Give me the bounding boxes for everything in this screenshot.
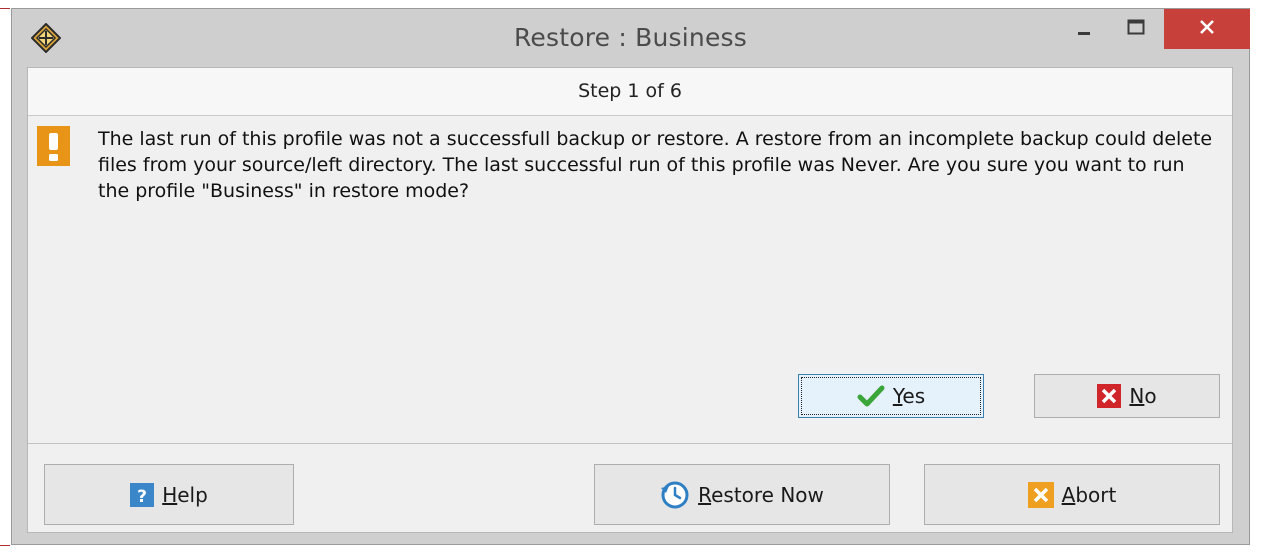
close-icon (1199, 19, 1215, 39)
maximize-icon (1127, 19, 1145, 39)
warning-icon (37, 126, 70, 166)
help-button[interactable]: ? Help (44, 464, 294, 525)
abort-label: Abort (1061, 482, 1117, 507)
restore-now-button[interactable]: Restore Now (594, 464, 890, 525)
x-icon (1097, 384, 1122, 408)
step-indicator: Step 1 of 6 (28, 68, 1232, 116)
warning-message: The last run of this profile was not a s… (98, 128, 1213, 202)
yes-button[interactable]: Yes (798, 374, 984, 418)
no-button[interactable]: No (1034, 374, 1220, 418)
minimize-button[interactable] (1064, 9, 1104, 49)
dialog-content: Step 1 of 6 The last run of this profile… (27, 67, 1233, 533)
edge-line-bottom (0, 545, 10, 546)
yes-label: Yes (892, 384, 926, 408)
minimize-icon (1077, 20, 1091, 39)
edge-line-top (0, 8, 10, 9)
abort-icon (1027, 481, 1054, 508)
check-icon (857, 385, 885, 407)
help-label: Help (162, 482, 208, 507)
svg-text:?: ? (137, 487, 147, 507)
divider (28, 443, 1232, 444)
no-label: No (1129, 384, 1157, 408)
restore-clock-icon (660, 480, 690, 510)
maximize-button[interactable] (1116, 9, 1156, 49)
title-bar[interactable]: Restore : Business (12, 9, 1250, 67)
close-button[interactable] (1164, 9, 1250, 49)
restore-now-label: Restore Now (698, 482, 824, 507)
help-icon: ? (130, 482, 155, 507)
abort-button[interactable]: Abort (924, 464, 1220, 525)
restore-dialog: Restore : Business Step 1 of 6 The last … (11, 8, 1250, 545)
